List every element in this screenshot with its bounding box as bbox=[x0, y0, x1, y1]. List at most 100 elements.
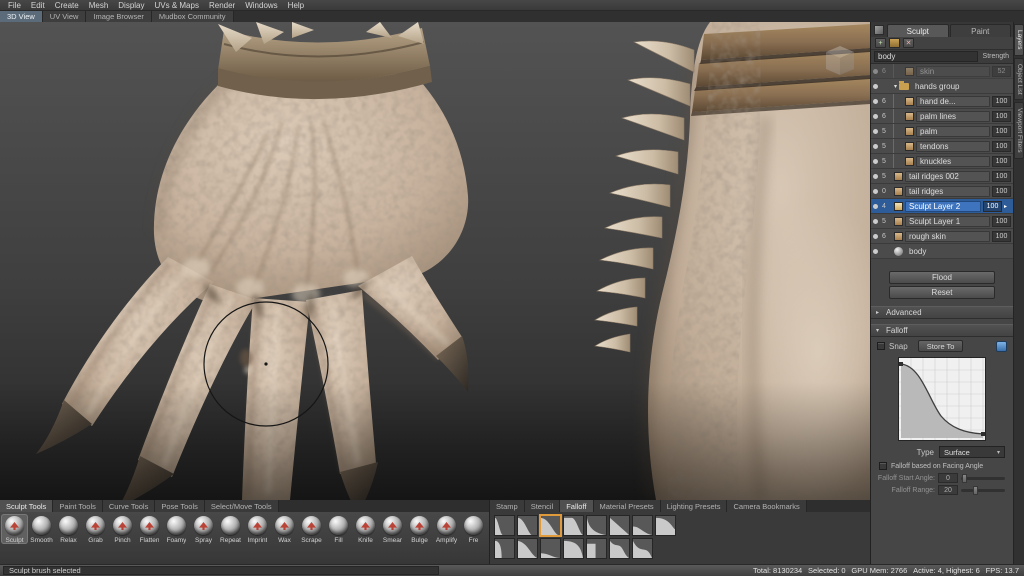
start-angle-slider-knob[interactable] bbox=[962, 474, 967, 483]
tool-sculpt[interactable]: Sculpt bbox=[1, 514, 28, 544]
preset-tab-camera-bookmarks[interactable]: Camera Bookmarks bbox=[727, 500, 806, 512]
layer-visibility-dot[interactable] bbox=[873, 144, 878, 149]
layer-strength-value[interactable]: 100 bbox=[992, 171, 1011, 182]
tool-wax[interactable]: Wax bbox=[271, 514, 298, 544]
falloff-preset-8[interactable] bbox=[655, 515, 676, 536]
preset-tab-stencil[interactable]: Stencil bbox=[525, 500, 561, 512]
layer-visibility-dot[interactable] bbox=[873, 129, 878, 134]
layer-options-arrow-icon[interactable]: ▸ bbox=[1004, 203, 1011, 210]
menu-mesh[interactable]: Mesh bbox=[84, 1, 114, 10]
menu-create[interactable]: Create bbox=[50, 1, 84, 10]
preset-tab-material-presets[interactable]: Material Presets bbox=[594, 500, 661, 512]
layer-row-hands-group[interactable]: ▾hands group bbox=[871, 79, 1013, 94]
new-group-icon[interactable] bbox=[889, 38, 900, 48]
falloff-preset-6[interactable] bbox=[609, 515, 630, 536]
tool-fre[interactable]: Fre bbox=[460, 514, 487, 544]
layer-row-palm-lines[interactable]: 6palm lines100 bbox=[871, 109, 1013, 124]
tool-amplify[interactable]: Amplify bbox=[433, 514, 460, 544]
layer-visibility-dot[interactable] bbox=[873, 234, 878, 239]
menu-display[interactable]: Display bbox=[113, 1, 149, 10]
falloff-preset-10[interactable] bbox=[517, 538, 538, 559]
layer-strength-value[interactable]: 100 bbox=[992, 126, 1011, 137]
tool-tab-select-move-tools[interactable]: Select/Move Tools bbox=[205, 500, 279, 512]
layer-row-hand-de[interactable]: 6hand de...100 bbox=[871, 94, 1013, 109]
tool-flatten[interactable]: Flatten bbox=[136, 514, 163, 544]
advanced-section-header[interactable]: ▸ Advanced bbox=[871, 306, 1013, 319]
falloff-preset-13[interactable] bbox=[586, 538, 607, 559]
falloff-preset-11[interactable] bbox=[540, 538, 561, 559]
layer-strength-value[interactable]: 100 bbox=[992, 216, 1011, 227]
facing-angle-checkbox[interactable] bbox=[879, 462, 887, 470]
tool-pinch[interactable]: Pinch bbox=[109, 514, 136, 544]
menu-file[interactable]: File bbox=[3, 1, 26, 10]
tab-sculpt-layers[interactable]: Sculpt bbox=[887, 24, 949, 37]
layer-visibility-dot[interactable] bbox=[873, 174, 878, 179]
tool-bulge[interactable]: Bulge bbox=[406, 514, 433, 544]
tool-tab-curve-tools[interactable]: Curve Tools bbox=[103, 500, 155, 512]
tool-knife[interactable]: Knife bbox=[352, 514, 379, 544]
curve-point-end[interactable] bbox=[981, 432, 985, 436]
falloff-preset-1[interactable] bbox=[494, 515, 515, 536]
layer-visibility-dot[interactable] bbox=[873, 99, 878, 104]
layer-row-sculpt-layer-1[interactable]: 5Sculpt Layer 1100 bbox=[871, 214, 1013, 229]
store-target-icon[interactable] bbox=[996, 341, 1007, 352]
falloff-preset-4[interactable] bbox=[563, 515, 584, 536]
tool-smear[interactable]: Smear bbox=[379, 514, 406, 544]
preset-tab-falloff[interactable]: Falloff bbox=[560, 500, 593, 512]
tool-scrape[interactable]: Scrape bbox=[298, 514, 325, 544]
falloff-preset-2[interactable] bbox=[517, 515, 538, 536]
tool-tab-paint-tools[interactable]: Paint Tools bbox=[53, 500, 103, 512]
layer-visibility-dot[interactable] bbox=[873, 204, 878, 209]
start-angle-slider[interactable] bbox=[961, 477, 1005, 480]
range-slider-knob[interactable] bbox=[973, 486, 978, 495]
store-to-button[interactable]: Store To bbox=[918, 340, 964, 352]
layer-row-rough-skin[interactable]: 6rough skin100 bbox=[871, 229, 1013, 244]
tool-spray[interactable]: Spray bbox=[190, 514, 217, 544]
layer-strength-value[interactable]: 100 bbox=[992, 96, 1011, 107]
layer-row-palm[interactable]: 5palm100 bbox=[871, 124, 1013, 139]
tool-tab-sculpt-tools[interactable]: Sculpt Tools bbox=[0, 500, 53, 512]
layer-strength-value[interactable]: 100 bbox=[983, 201, 1002, 212]
tool-repeat[interactable]: Repeat bbox=[217, 514, 244, 544]
3d-viewport[interactable] bbox=[0, 22, 870, 500]
layer-strength-value[interactable]: 52 bbox=[992, 66, 1011, 77]
layer-strength-value[interactable]: 100 bbox=[992, 186, 1011, 197]
falloff-preset-9[interactable] bbox=[494, 538, 515, 559]
tool-imprint[interactable]: Imprint bbox=[244, 514, 271, 544]
tool-fill[interactable]: Fill bbox=[325, 514, 352, 544]
layer-row-knuckles[interactable]: 5knuckles100 bbox=[871, 154, 1013, 169]
delete-layer-icon[interactable]: ✕ bbox=[903, 38, 914, 48]
layer-strength-value[interactable]: 100 bbox=[992, 156, 1011, 167]
layer-visibility-dot[interactable] bbox=[873, 84, 878, 89]
falloff-type-dropdown[interactable]: Surface ▾ bbox=[939, 446, 1005, 458]
layer-row-skin[interactable]: 6skin52 bbox=[871, 64, 1013, 79]
menu-help[interactable]: Help bbox=[283, 1, 309, 10]
layer-strength-value[interactable]: 100 bbox=[992, 231, 1011, 242]
preset-tab-stamp[interactable]: Stamp bbox=[490, 500, 525, 512]
layer-row-tendons[interactable]: 5tendons100 bbox=[871, 139, 1013, 154]
falloff-curve-editor[interactable] bbox=[898, 357, 986, 441]
view-tab-mudbox-community[interactable]: Mudbox Community bbox=[152, 11, 234, 22]
tool-grab[interactable]: Grab bbox=[82, 514, 109, 544]
side-tab-layers[interactable]: Layers bbox=[1014, 24, 1024, 56]
menu-render[interactable]: Render bbox=[204, 1, 240, 10]
start-angle-value[interactable]: 0 bbox=[938, 473, 958, 483]
view-tab-uv-view[interactable]: UV View bbox=[43, 11, 87, 22]
falloff-preset-7[interactable] bbox=[632, 515, 653, 536]
range-slider[interactable] bbox=[961, 489, 1005, 492]
new-layer-icon[interactable]: + bbox=[875, 38, 886, 48]
menu-edit[interactable]: Edit bbox=[26, 1, 50, 10]
tool-smooth[interactable]: Smooth bbox=[28, 514, 55, 544]
layer-row-body[interactable]: body bbox=[871, 244, 1013, 259]
layer-visibility-dot[interactable] bbox=[873, 249, 878, 254]
tool-tab-pose-tools[interactable]: Pose Tools bbox=[155, 500, 205, 512]
layer-row-tail-ridges-002[interactable]: 5tail ridges 002100 bbox=[871, 169, 1013, 184]
side-tab-viewport-filters[interactable]: Viewport Filters bbox=[1014, 102, 1024, 159]
tab-paint-layers[interactable]: Paint bbox=[950, 24, 1012, 37]
snap-checkbox[interactable] bbox=[877, 342, 885, 350]
layer-row-tail-ridges[interactable]: 0tail ridges100 bbox=[871, 184, 1013, 199]
group-expand-icon[interactable]: ▾ bbox=[894, 83, 897, 90]
layer-strength-value[interactable]: 100 bbox=[992, 141, 1011, 152]
menu-uvs-maps[interactable]: UVs & Maps bbox=[150, 1, 204, 10]
layer-strength-value[interactable]: 100 bbox=[992, 111, 1011, 122]
